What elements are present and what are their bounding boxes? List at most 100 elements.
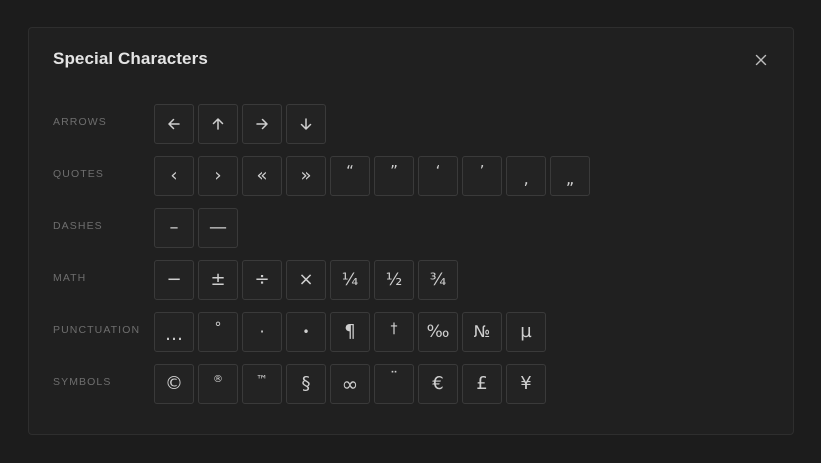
micro-glyph: µ [520, 321, 532, 342]
registered-glyph: ® [213, 374, 223, 385]
left-single-quote-glyph: ‘ [435, 161, 441, 180]
category-label: ARROWS [53, 115, 107, 128]
middle-dot-button[interactable]: · [242, 312, 282, 352]
em-dash-button[interactable]: — [198, 208, 238, 248]
copyright-glyph: © [165, 373, 183, 394]
single-left-angle-quote-glyph: ‹ [170, 165, 178, 186]
pilcrow-button[interactable]: ¶ [330, 312, 370, 352]
one-half-glyph: ½ [385, 269, 403, 290]
en-dash-button[interactable]: – [154, 208, 194, 248]
minus-button[interactable]: − [154, 260, 194, 300]
dialog-title: Special Characters [53, 49, 208, 68]
double-right-angle-quote-button[interactable]: » [286, 156, 326, 196]
category-row-math: MATH − ± ÷ × ¼ ½ ¾ [53, 260, 590, 300]
character-list [154, 104, 326, 144]
plus-minus-button[interactable]: ± [198, 260, 238, 300]
pound-glyph: £ [476, 373, 488, 394]
multiplication-glyph: × [298, 269, 314, 290]
one-quarter-button[interactable]: ¼ [330, 260, 370, 300]
infinity-button[interactable]: ∞ [330, 364, 370, 404]
em-dash-glyph: — [209, 217, 227, 238]
euro-glyph: € [432, 373, 444, 394]
category-row-arrows: ARROWS [53, 104, 590, 144]
up-arrow-button[interactable] [198, 104, 238, 144]
left-double-quote-button[interactable]: “ [330, 156, 370, 196]
ellipsis-button[interactable]: … [154, 312, 194, 352]
one-half-button[interactable]: ½ [374, 260, 414, 300]
dagger-button[interactable]: † [374, 312, 414, 352]
category-label: PUNCTUATION [53, 323, 141, 336]
character-categories: ARROWS QUOTES ‹ › «» “” ‘’ ‚ „ DASHES – — MATH − ± ÷ × ¼ ½… [53, 104, 590, 416]
section-glyph: § [301, 373, 311, 394]
diaeresis-glyph: ¨ [390, 368, 398, 387]
close-icon [755, 54, 767, 66]
category-row-punctuation: PUNCTUATION … ° · • ¶ † ‰ № µ [53, 312, 590, 352]
single-left-angle-quote-button[interactable]: ‹ [154, 156, 194, 196]
category-row-dashes: DASHES – — [53, 208, 590, 248]
single-right-angle-quote-button[interactable]: › [198, 156, 238, 196]
character-list: © ® ™ § ∞ ¨ € £ ¥ [154, 364, 546, 404]
single-low-quote-button[interactable]: ‚ [506, 156, 546, 196]
per-mille-button[interactable]: ‰ [418, 312, 458, 352]
double-left-angle-quote-glyph: « [256, 165, 268, 186]
arrow-up-icon [212, 118, 224, 130]
one-quarter-glyph: ¼ [341, 269, 359, 290]
bullet-glyph: • [302, 325, 310, 339]
minus-glyph: − [166, 269, 182, 290]
infinity-glyph: ∞ [341, 372, 359, 396]
single-right-angle-quote-glyph: › [214, 165, 222, 186]
multiplication-button[interactable]: × [286, 260, 326, 300]
micro-button[interactable]: µ [506, 312, 546, 352]
numero-glyph: № [473, 322, 491, 341]
single-low-quote-glyph: ‚ [523, 169, 529, 188]
trademark-glyph: ™ [256, 373, 268, 387]
close-button[interactable] [749, 48, 773, 72]
numero-button[interactable]: № [462, 312, 502, 352]
ellipsis-glyph: … [165, 324, 183, 345]
category-label: QUOTES [53, 167, 104, 180]
bullet-button[interactable]: • [286, 312, 326, 352]
yen-glyph: ¥ [520, 373, 532, 394]
pilcrow-glyph: ¶ [344, 321, 356, 342]
right-double-quote-button[interactable]: ” [374, 156, 414, 196]
category-row-symbols: SYMBOLS © ® ™ § ∞ ¨ € £ ¥ [53, 364, 590, 404]
double-left-angle-quote-button[interactable]: « [242, 156, 282, 196]
degree-button[interactable]: ° [198, 312, 238, 352]
euro-button[interactable]: € [418, 364, 458, 404]
character-list: ‹ › « » “ ” ‘ ’ ‚ „ [154, 156, 590, 196]
copyright-button[interactable]: © [154, 364, 194, 404]
division-glyph: ÷ [254, 269, 270, 290]
left-arrow-button[interactable] [154, 104, 194, 144]
three-quarters-glyph: ¾ [429, 269, 447, 290]
three-quarters-button[interactable]: ¾ [418, 260, 458, 300]
right-single-quote-glyph: ’ [479, 161, 485, 180]
right-double-quote-glyph: ” [390, 161, 398, 180]
down-arrow-button[interactable] [286, 104, 326, 144]
character-list: – — [154, 208, 238, 248]
category-label: SYMBOLS [53, 375, 112, 388]
double-low-quote-glyph: „ [565, 169, 575, 188]
left-double-quote-glyph: “ [346, 161, 354, 180]
registered-button[interactable]: ® [198, 364, 238, 404]
plus-minus-glyph: ± [210, 269, 226, 290]
double-low-quote-button[interactable]: „ [550, 156, 590, 196]
left-single-quote-button[interactable]: ‘ [418, 156, 458, 196]
middle-dot-glyph: · [259, 322, 265, 341]
diaeresis-button[interactable]: ¨ [374, 364, 414, 404]
arrow-right-icon [256, 118, 268, 130]
en-dash-glyph: – [169, 217, 179, 238]
arrow-left-icon [168, 118, 180, 130]
category-row-quotes: QUOTES ‹ › « » “ ” ‘ ’ ‚ „ [53, 156, 590, 196]
division-button[interactable]: ÷ [242, 260, 282, 300]
right-single-quote-button[interactable]: ’ [462, 156, 502, 196]
section-button[interactable]: § [286, 364, 326, 404]
degree-glyph: ° [214, 320, 222, 336]
character-list: − ± ÷ × ¼ ½ ¾ [154, 260, 458, 300]
per-mille-glyph: ‰ [426, 321, 450, 342]
right-arrow-button[interactable] [242, 104, 282, 144]
character-list: … ° · • ¶ † ‰ № µ [154, 312, 546, 352]
trademark-button[interactable]: ™ [242, 364, 282, 404]
pound-button[interactable]: £ [462, 364, 502, 404]
special-characters-dialog: Special Characters ARROWS QUOTES ‹ › « » “ ” ‘ ’ ‚… [28, 27, 794, 435]
yen-button[interactable]: ¥ [506, 364, 546, 404]
